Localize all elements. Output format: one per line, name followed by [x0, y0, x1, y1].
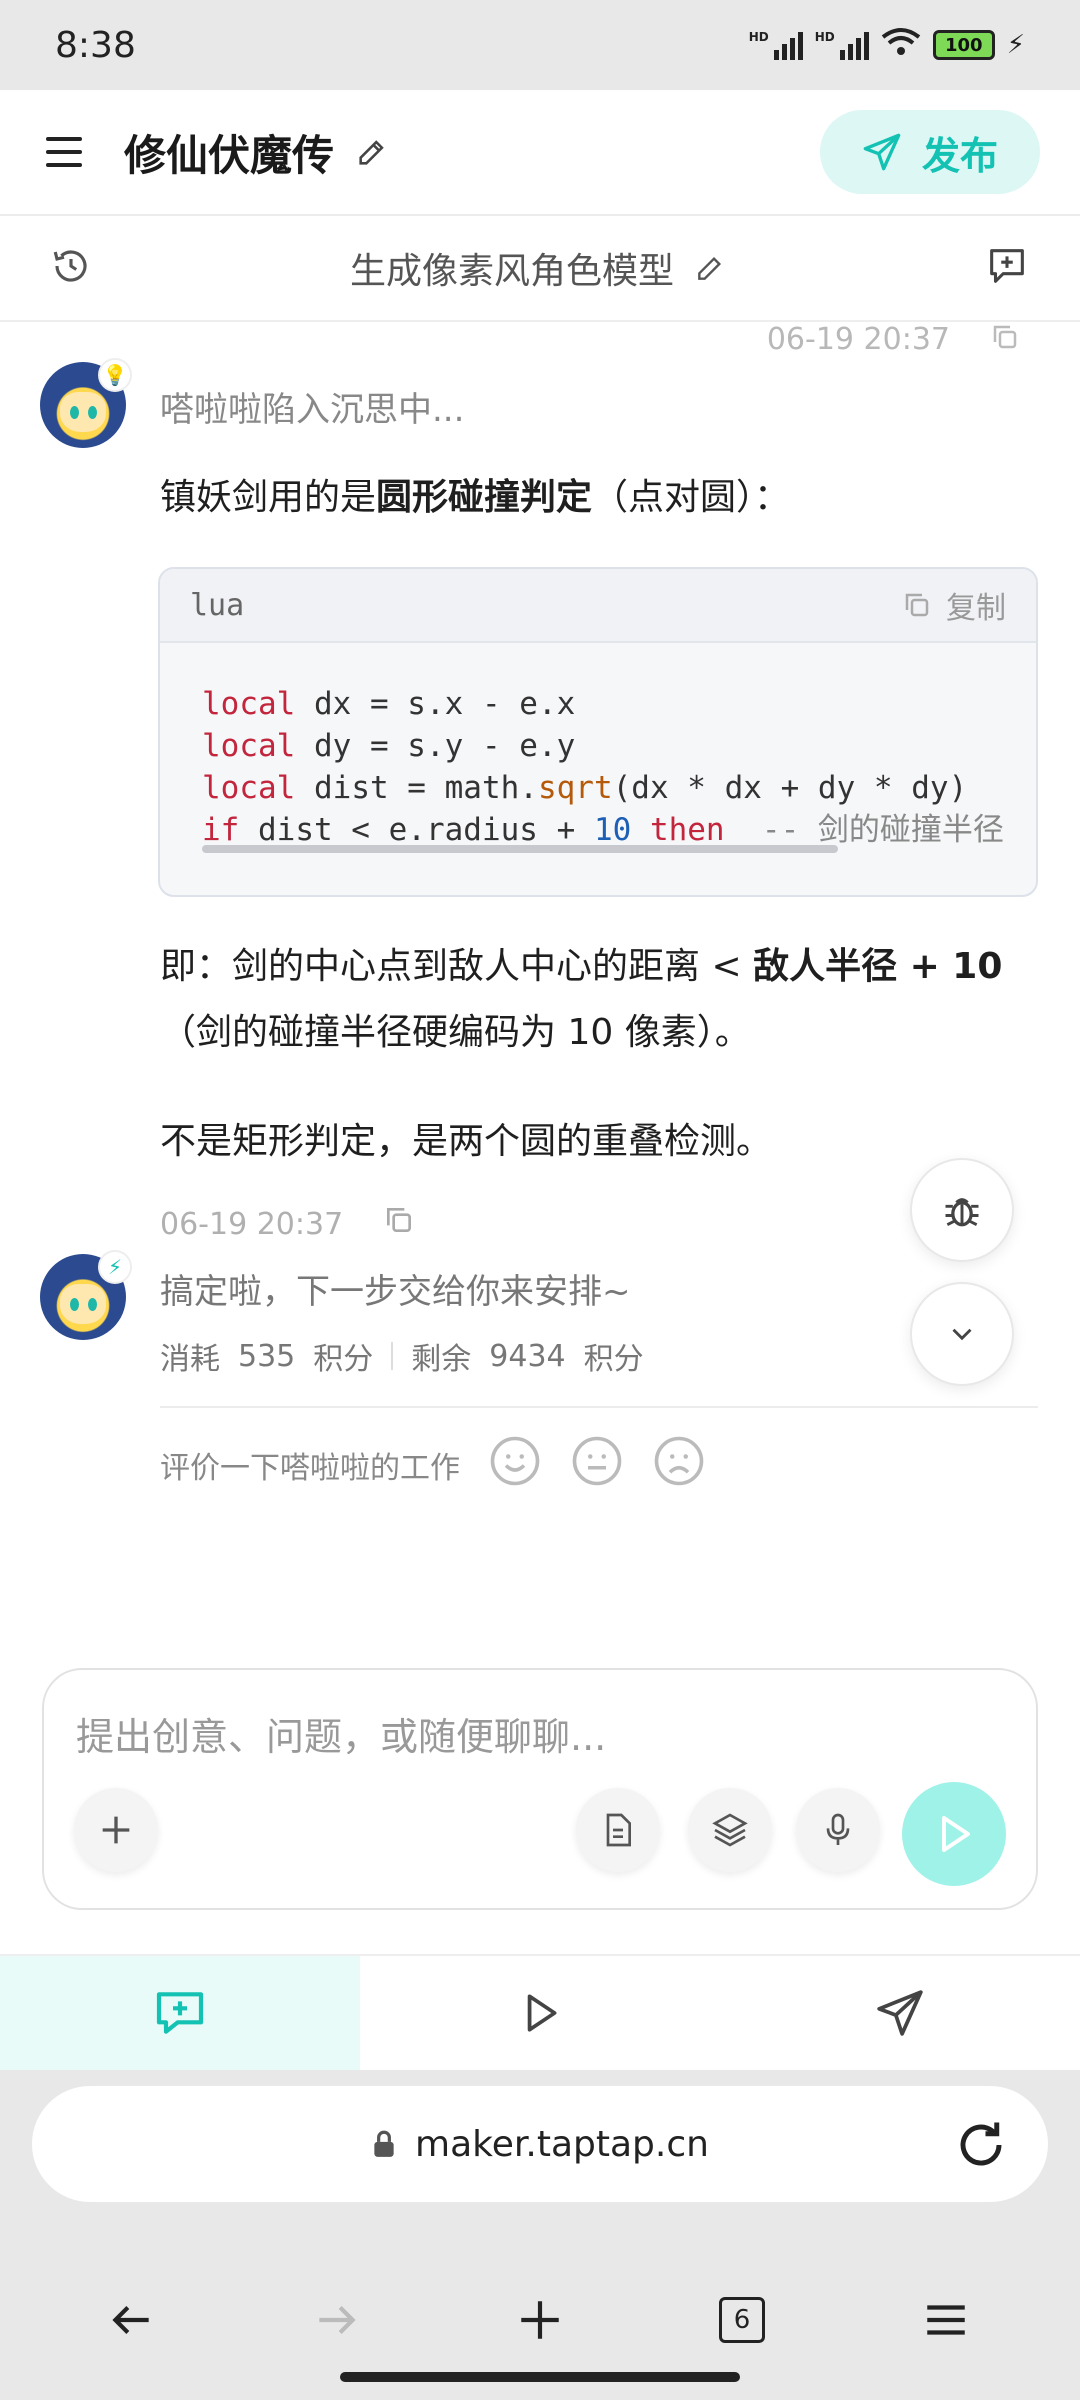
completion-message: 搞定啦，下一步交给你来安排~	[160, 1272, 631, 1312]
new-tab-icon[interactable]	[515, 2295, 565, 2345]
answer-intro: 镇妖剑用的是圆形碰撞判定（点对圆）：	[160, 477, 791, 518]
wifi-icon	[881, 27, 921, 64]
browser-menu-icon[interactable]	[919, 2295, 973, 2345]
thinking-status: 嗒啦啦陷入沉思中...	[160, 390, 465, 430]
status-bar: 8:38 HD HD 100 ⚡	[0, 0, 1080, 90]
copy-message-icon[interactable]	[383, 1204, 415, 1244]
chevron-down-icon	[952, 1328, 972, 1341]
tab-chat[interactable]	[0, 1956, 360, 2070]
voice-button[interactable]	[796, 1788, 880, 1872]
tab-play[interactable]	[360, 1956, 720, 2070]
add-button[interactable]	[74, 1788, 158, 1872]
rating-row: 评价一下嗒啦啦的工作	[160, 1434, 706, 1496]
send-plane-icon	[877, 1990, 923, 2036]
lock-icon	[374, 2130, 394, 2157]
plus-icon	[102, 1816, 130, 1844]
neutral-face-icon[interactable]	[570, 1434, 624, 1496]
debug-button[interactable]	[910, 1158, 1014, 1262]
history-icon[interactable]	[50, 245, 92, 291]
message-input[interactable]: 提出创意、问题，或随便聊聊...	[76, 1706, 606, 1761]
happy-face-icon[interactable]	[488, 1434, 542, 1496]
project-title: 修仙伏魔传	[124, 130, 335, 180]
charging-icon: ⚡	[1006, 30, 1025, 60]
tab-publish[interactable]	[720, 1956, 1080, 2070]
layers-icon	[712, 1813, 748, 1847]
composer: 提出创意、问题，或随便聊聊...	[42, 1668, 1038, 1910]
layers-button[interactable]	[688, 1788, 772, 1872]
document-icon	[606, 1813, 631, 1847]
conversation-title[interactable]: 生成像素风角色模型	[92, 242, 984, 294]
answer-explanation: 即：剑的中心点到敌人中心的距离 < 敌人半径 + 10（剑的碰撞半径硬编码为 1…	[160, 946, 1003, 1053]
scroll-down-button[interactable]	[910, 1282, 1014, 1386]
copy-icon	[905, 593, 929, 617]
new-chat-icon[interactable]	[984, 243, 1030, 293]
code-content: local dx = s.x - e.x local dy = s.y - e.…	[160, 643, 1036, 851]
lightbulb-icon: 💡	[98, 358, 132, 392]
reload-icon[interactable]	[954, 2118, 1008, 2172]
microphone-icon	[826, 1813, 850, 1845]
send-plane-icon	[863, 133, 901, 171]
code-line: if dist < e.radius + 10 then -- 剑的碰撞半径	[202, 812, 1004, 848]
conversation-header: 生成像素风角色模型	[0, 216, 1080, 322]
tabs-count-button[interactable]: 6	[719, 2297, 765, 2343]
code-line: local dist = math.sqrt(dx * dx + dy * dy…	[202, 770, 968, 806]
message-meta-top: 06-19 20:37	[767, 322, 1020, 360]
divider	[391, 1342, 394, 1370]
rating-label: 评价一下嗒啦啦的工作	[160, 1451, 460, 1486]
timestamp: 06-19 20:37	[766, 322, 950, 357]
battery-icon: 100	[932, 30, 995, 60]
answer-conclusion: 不是矩形判定，是两个圆的重叠检测。	[160, 1121, 773, 1162]
browser-nav: 6	[0, 2270, 1080, 2370]
browser-chrome: maker.taptap.cn 6	[0, 2070, 1080, 2400]
back-arrow-icon[interactable]	[107, 2295, 157, 2345]
conversation-title-text: 生成像素风角色模型	[349, 251, 674, 292]
bug-icon	[945, 1198, 979, 1227]
chat-add-icon	[156, 1992, 204, 2034]
address-bar[interactable]: maker.taptap.cn	[32, 2086, 1048, 2202]
code-block: lua 复制 local dx = s.x - e.x local dy = s…	[158, 567, 1038, 897]
code-block-header: lua 复制	[160, 569, 1036, 643]
assistant-avatar: 💡	[40, 358, 132, 448]
copy-code-button[interactable]: 复制	[902, 583, 1006, 627]
status-time: 8:38	[55, 24, 136, 66]
lightning-icon: ⚡	[98, 1250, 132, 1284]
hamburger-menu-icon[interactable]	[40, 128, 88, 176]
edit-title-icon[interactable]	[352, 132, 392, 172]
assistant-avatar: ⚡	[40, 1250, 132, 1340]
send-button[interactable]	[902, 1782, 1006, 1886]
timestamp: 06-19 20:37	[160, 1206, 344, 1242]
signal-icon: HD	[749, 30, 803, 60]
sad-face-icon[interactable]	[652, 1434, 706, 1496]
credits-usage: 消耗 535 积分 剩余 9434 积分	[160, 1338, 644, 1378]
play-icon	[942, 1816, 970, 1852]
publish-button[interactable]: 发布	[820, 110, 1040, 194]
code-line: local dy = s.y - e.y	[202, 728, 576, 764]
app-header: 修仙伏魔传 发布	[0, 90, 1080, 216]
copy-message-icon[interactable]	[990, 322, 1020, 360]
publish-label: 发布	[921, 133, 998, 178]
signal-icon-2: HD	[815, 30, 869, 60]
divider	[160, 1406, 1038, 1408]
message-meta-bottom: 06-19 20:37	[160, 1204, 415, 1244]
home-indicator[interactable]	[340, 2372, 740, 2382]
chat-scroll-area[interactable]: 06-19 20:37 💡 嗒啦啦陷入沉思中... 镇妖剑用的是圆形碰撞判定（点…	[0, 322, 1080, 1652]
edit-conversation-icon[interactable]	[694, 252, 726, 284]
document-button[interactable]	[576, 1788, 660, 1872]
code-line: local dx = s.x - e.x	[202, 686, 576, 722]
code-horizontal-scrollbar[interactable]	[202, 845, 838, 853]
url-text: maker.taptap.cn	[415, 2123, 709, 2165]
play-icon	[527, 1994, 557, 2032]
code-language: lua	[190, 587, 245, 623]
status-icons: HD HD 100 ⚡	[749, 27, 1025, 64]
bottom-tab-bar	[0, 1954, 1080, 2070]
forward-arrow-icon[interactable]	[311, 2295, 361, 2345]
